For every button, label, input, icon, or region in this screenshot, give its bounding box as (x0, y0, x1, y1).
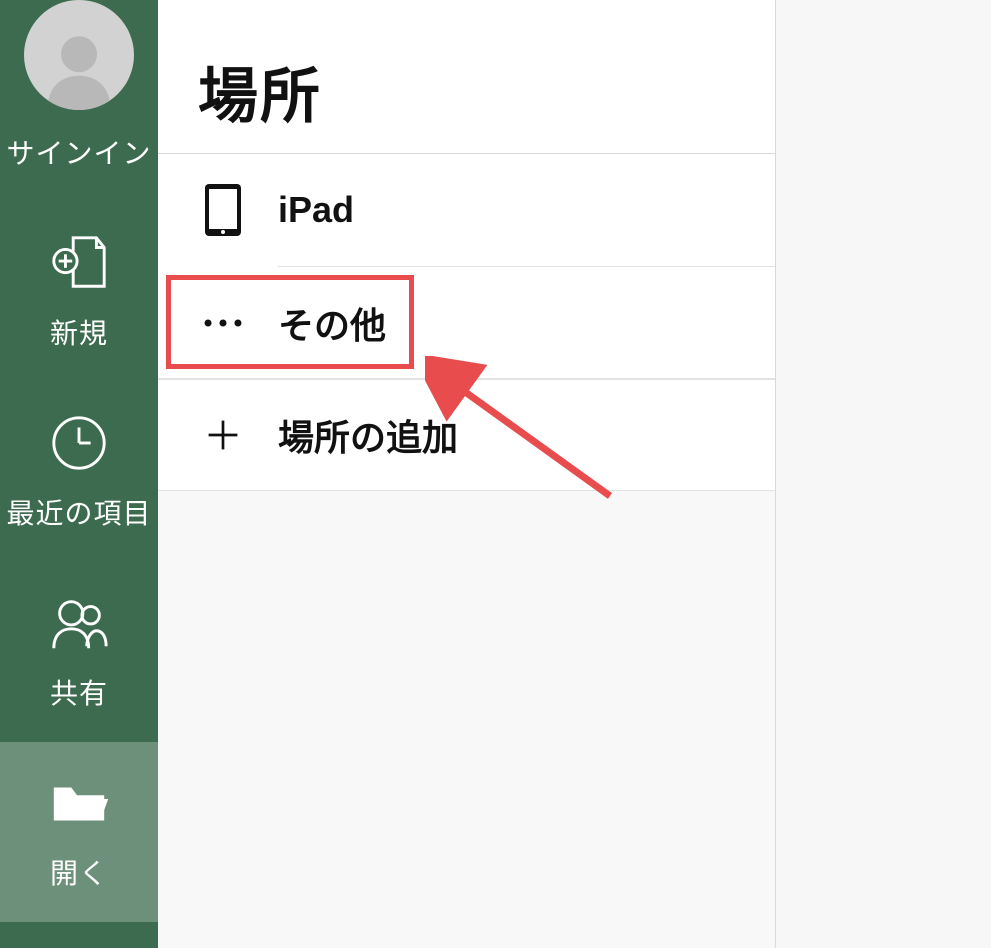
sidebar: サインイン 新規 最近の項目 (0, 0, 158, 948)
sidebar-item-label: 開く (50, 852, 108, 892)
new-file-icon (48, 232, 110, 294)
sidebar-item-signin[interactable]: サインイン (0, 0, 158, 202)
avatar (24, 0, 134, 110)
panel-header: 場所 (158, 0, 775, 154)
folder-open-icon (48, 772, 110, 834)
sidebar-item-shared[interactable]: 共有 (0, 562, 158, 742)
app-root: サインイン 新規 最近の項目 (0, 0, 991, 948)
panel-title: 場所 (198, 48, 322, 135)
people-icon (48, 592, 110, 654)
place-row-ipad[interactable]: iPad (158, 154, 775, 266)
place-row-label: iPad (278, 189, 354, 231)
user-icon (34, 20, 124, 110)
sidebar-item-label: 新規 (50, 312, 108, 352)
sidebar-item-new[interactable]: 新規 (0, 202, 158, 382)
clock-icon (48, 412, 110, 474)
content-area (776, 0, 991, 948)
sidebar-item-label: 最近の項目 (6, 492, 151, 532)
ellipsis-icon (198, 317, 248, 329)
place-row-label: その他 (278, 297, 386, 349)
places-list: iPad その他 (158, 154, 775, 491)
sidebar-item-recent[interactable]: 最近の項目 (0, 382, 158, 562)
place-row-label: 場所の追加 (278, 409, 458, 461)
ipad-icon (198, 182, 248, 238)
places-panel: 場所 iPad (158, 0, 776, 948)
sidebar-item-label: 共有 (50, 672, 108, 712)
place-row-other[interactable]: その他 (158, 267, 775, 379)
plus-icon (198, 417, 248, 453)
sidebar-item-open[interactable]: 開く (0, 742, 158, 922)
signin-label: サインイン (6, 132, 151, 172)
place-row-add[interactable]: 場所の追加 (158, 379, 775, 491)
